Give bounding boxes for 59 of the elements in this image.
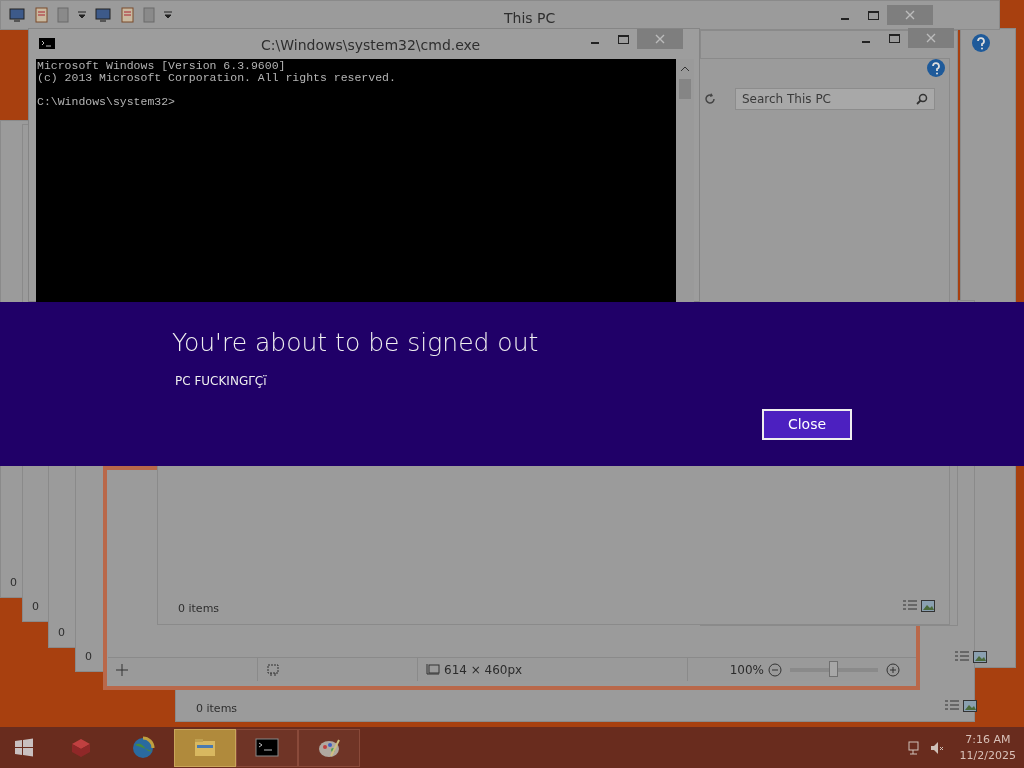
window-title: C:\Windows\system32\cmd.exe [261,36,481,55]
document-icon[interactable] [35,7,49,23]
console-line: Microsoft Windows [Version 6.3.9600] [37,60,287,72]
status-text: 0 [58,625,65,641]
dialog-title: You're about to be signed out [172,327,539,359]
selection-icon [266,663,280,676]
minimize-icon [862,41,870,43]
zoom-out-icon [768,662,782,677]
zoom-out-button[interactable] [768,662,782,677]
clock[interactable]: 7:16 AM 11/2/2025 [959,731,1016,764]
minimize-icon [591,42,599,44]
dialog-message: PC FUCKINGΓÇï [175,373,267,390]
taskbar-button[interactable] [236,728,298,767]
console-icon [255,735,279,760]
computer-icon[interactable] [95,7,113,23]
taskbar-button[interactable] [298,728,360,767]
close-icon [905,10,915,20]
maximize-icon [617,34,629,44]
console-icon [39,38,55,49]
network-icon[interactable] [907,740,922,755]
thumbnail-view-icon[interactable] [921,600,935,612]
status-text: 0 items [178,601,220,617]
details-view-icon[interactable] [945,700,959,712]
thumbnail-view-icon[interactable] [963,700,977,712]
status-text: 0 [32,599,39,615]
minimize-icon [841,18,849,20]
status-text: 0 items [196,701,238,717]
move-icon [116,663,128,676]
taskbar-button[interactable] [174,728,236,767]
zoom-percent: 100% [729,661,764,679]
window-title: This PC [504,9,556,28]
status-text: 0 [85,649,92,665]
search-field[interactable]: Search This PC [735,88,935,110]
search-icon[interactable] [916,93,928,105]
maximize-icon [867,10,879,20]
image-size-icon [426,663,440,676]
details-view-icon[interactable] [903,600,917,612]
help-icon[interactable] [926,58,946,78]
console-line: (c) 2013 Microsoft Corporation. All rights reserved. [37,72,397,84]
details-view-icon[interactable] [955,651,969,663]
refresh-icon[interactable] [703,92,717,106]
maximize-icon [888,33,900,43]
computer-icon[interactable] [9,7,27,23]
zoom-in-button[interactable] [886,662,900,677]
globe-icon [131,735,155,760]
status-text: 0 [10,575,17,591]
zoom-in-icon [886,662,900,677]
dropdown-icon[interactable] [77,10,87,20]
close-button[interactable]: Close [762,409,852,440]
help-icon[interactable] [971,33,991,53]
muted-speaker-icon[interactable] [929,740,944,755]
dropdown-icon[interactable] [163,10,173,20]
close-icon [655,34,665,44]
thumbnail-view-icon[interactable] [973,651,987,663]
console-line: C:\Windows\system32> [37,96,177,108]
document-icon[interactable] [121,7,135,23]
image-dimensions: 614 × 460px [444,661,523,679]
close-icon [926,33,936,43]
zoom-slider[interactable] [829,660,838,677]
